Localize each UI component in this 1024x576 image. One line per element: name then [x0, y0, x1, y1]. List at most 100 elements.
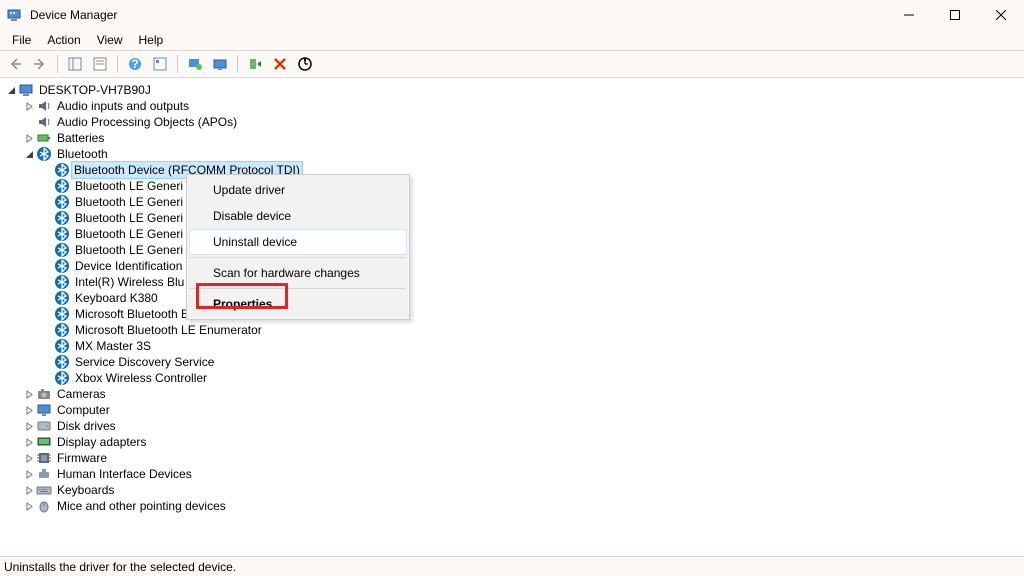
tree-item-label: Bluetooth LE Generi [74, 178, 184, 194]
close-button[interactable] [978, 0, 1024, 30]
tree-row[interactable]: MX Master 3S [0, 338, 1024, 354]
tree-item-label: Batteries [56, 130, 105, 146]
tree-row[interactable]: Firmware [0, 450, 1024, 466]
minimize-button[interactable] [886, 0, 932, 30]
bluetooth-icon [54, 258, 70, 274]
tree-row[interactable]: Batteries [0, 130, 1024, 146]
status-text: Uninstalls the driver for the selected d… [4, 560, 236, 574]
tree-row[interactable]: Audio inputs and outputs [0, 98, 1024, 114]
bluetooth-icon [54, 162, 70, 178]
tree-row[interactable]: Bluetooth LE Generi [0, 210, 1024, 226]
svg-text:?: ? [131, 57, 138, 71]
audio-icon [36, 114, 52, 130]
maximize-button[interactable] [932, 0, 978, 30]
context-menu-separator [190, 288, 406, 289]
menu-file[interactable]: File [4, 31, 39, 49]
tree-item-label: Bluetooth [56, 146, 109, 162]
action-button[interactable] [149, 53, 171, 75]
tree-row[interactable]: Microsoft Bluetooth Enumerator [0, 306, 1024, 322]
collapse-icon[interactable] [4, 83, 18, 97]
expand-icon[interactable] [22, 435, 36, 449]
tree-row[interactable]: Device Identification [0, 258, 1024, 274]
show-hide-console-tree-button[interactable] [64, 53, 86, 75]
back-button[interactable] [4, 53, 26, 75]
expand-icon[interactable] [22, 483, 36, 497]
expand-icon[interactable] [22, 467, 36, 481]
expander-placeholder [22, 115, 36, 129]
tree-item-label: Keyboards [56, 482, 115, 498]
context-menu-item[interactable]: Uninstall device [189, 229, 407, 255]
update-driver-button[interactable] [184, 53, 206, 75]
tree-row[interactable]: Service Discovery Service [0, 354, 1024, 370]
tree-row[interactable]: Mice and other pointing devices [0, 498, 1024, 514]
help-button[interactable]: ? [124, 53, 146, 75]
context-menu-item[interactable]: Disable device [189, 203, 407, 229]
menu-help[interactable]: Help [131, 31, 172, 49]
expander-placeholder [40, 227, 54, 241]
tree-row[interactable]: Intel(R) Wireless Blu [0, 274, 1024, 290]
tree-row[interactable]: DESKTOP-VH7B90J [0, 82, 1024, 98]
tree-row[interactable]: Bluetooth [0, 146, 1024, 162]
expand-icon[interactable] [22, 499, 36, 513]
context-menu-item[interactable]: Update driver [189, 177, 407, 203]
menu-view[interactable]: View [89, 31, 131, 49]
expand-icon[interactable] [22, 403, 36, 417]
computer-icon [18, 82, 34, 98]
tree-row[interactable]: Bluetooth LE Generi [0, 194, 1024, 210]
expand-icon[interactable] [22, 387, 36, 401]
tree-row[interactable]: Bluetooth Device (RFCOMM Protocol TDI) [0, 162, 1024, 178]
bluetooth-icon [36, 146, 52, 162]
tree-row[interactable]: Keyboards [0, 482, 1024, 498]
camera-icon [36, 386, 52, 402]
scan-hardware-button[interactable] [209, 53, 231, 75]
tree-item-label: Bluetooth LE Generi [74, 194, 184, 210]
context-menu-item[interactable]: Scan for hardware changes [189, 260, 407, 286]
expand-icon[interactable] [22, 99, 36, 113]
expand-icon[interactable] [22, 419, 36, 433]
tree-item-label: Cameras [56, 386, 107, 402]
enable-device-button[interactable] [244, 53, 266, 75]
tree-row[interactable]: Human Interface Devices [0, 466, 1024, 482]
tree-row[interactable]: Cameras [0, 386, 1024, 402]
expander-placeholder [40, 339, 54, 353]
scan-for-changes-button[interactable] [294, 53, 316, 75]
uninstall-device-button[interactable] [269, 53, 291, 75]
tree-row[interactable]: Bluetooth LE Generi [0, 178, 1024, 194]
expander-placeholder [40, 163, 54, 177]
collapse-icon[interactable] [22, 147, 36, 161]
tree-item-label: Service Discovery Service [74, 354, 215, 370]
context-menu-item[interactable]: Properties [189, 291, 407, 317]
tree-row[interactable]: Audio Processing Objects (APOs) [0, 114, 1024, 130]
tree-row[interactable]: Keyboard K380 [0, 290, 1024, 306]
device-tree[interactable]: DESKTOP-VH7B90JAudio inputs and outputsA… [0, 78, 1024, 556]
tree-item-label: Bluetooth LE Generi [74, 226, 184, 242]
toolbar-separator [177, 55, 178, 73]
keyboard-icon [36, 482, 52, 498]
tree-row[interactable]: Xbox Wireless Controller [0, 370, 1024, 386]
tree-item-label: Audio Processing Objects (APOs) [56, 114, 238, 130]
tree-item-label: Microsoft Bluetooth LE Enumerator [74, 322, 263, 338]
tree-item-label: Bluetooth LE Generi [74, 210, 184, 226]
tree-item-label: Mice and other pointing devices [56, 498, 227, 514]
menu-action[interactable]: Action [39, 31, 88, 49]
expander-placeholder [40, 291, 54, 305]
tree-row[interactable]: Computer [0, 402, 1024, 418]
tree-item-label: Intel(R) Wireless Blu [74, 274, 185, 290]
title-bar: Device Manager [0, 0, 1024, 30]
expand-icon[interactable] [22, 131, 36, 145]
forward-button[interactable] [29, 53, 51, 75]
bluetooth-icon [54, 242, 70, 258]
device-manager-window: Device Manager File Action View Help ? D… [0, 0, 1024, 576]
tree-row[interactable]: Display adapters [0, 434, 1024, 450]
properties-button[interactable] [89, 53, 111, 75]
tree-row[interactable]: Microsoft Bluetooth LE Enumerator [0, 322, 1024, 338]
tree-row[interactable]: Disk drives [0, 418, 1024, 434]
menu-bar: File Action View Help [0, 30, 1024, 50]
mouse-icon [36, 498, 52, 514]
tree-row[interactable]: Bluetooth LE Generi [0, 242, 1024, 258]
expand-icon[interactable] [22, 451, 36, 465]
tree-row[interactable]: Bluetooth LE Generi [0, 226, 1024, 242]
bluetooth-icon [54, 338, 70, 354]
bluetooth-icon [54, 178, 70, 194]
expander-placeholder [40, 259, 54, 273]
